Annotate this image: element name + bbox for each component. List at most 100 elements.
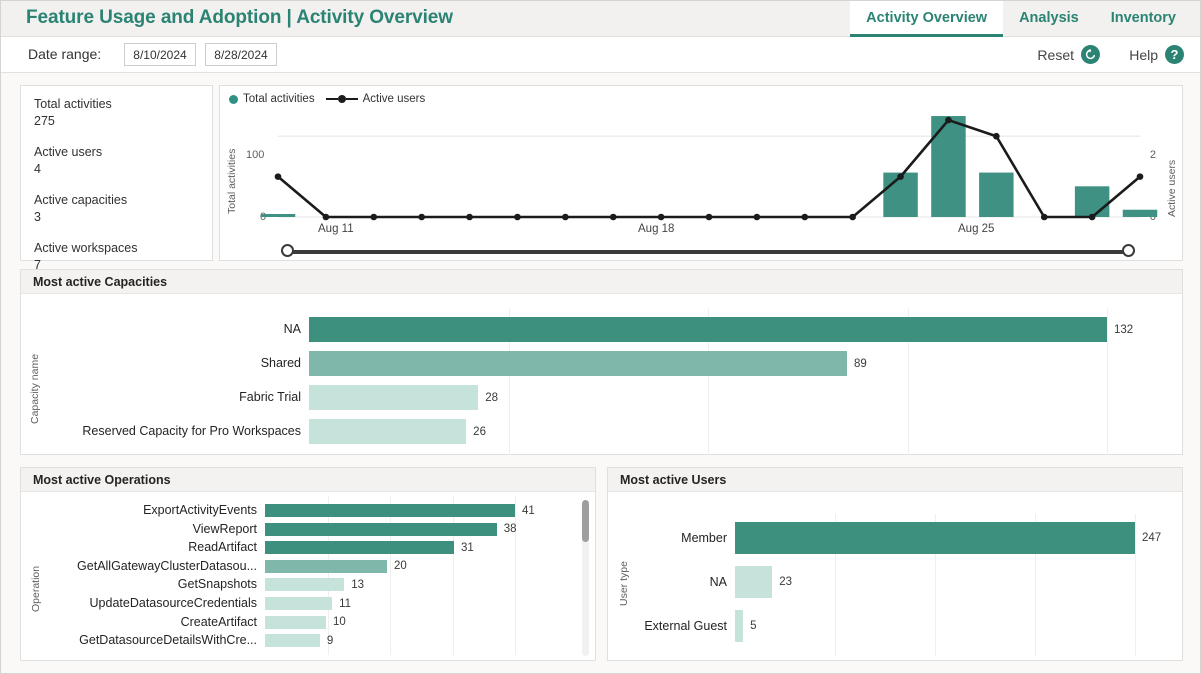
combo-line-point	[275, 173, 282, 180]
combo-line-point	[323, 214, 330, 221]
hbar[interactable]	[309, 419, 466, 444]
gridline	[390, 496, 391, 655]
combo-line-point	[1041, 214, 1048, 221]
kpi-value: 3	[34, 209, 212, 226]
hbar[interactable]	[265, 634, 320, 647]
operations-y-axis-title: Operation	[30, 537, 42, 612]
kpi-value: 4	[34, 161, 212, 178]
hbar[interactable]	[309, 317, 1107, 342]
kpi-item-active-users: Active users 4	[34, 144, 212, 178]
hbar[interactable]	[309, 351, 847, 376]
combo-line-point	[849, 214, 856, 221]
hbar[interactable]	[265, 560, 387, 573]
combo-line-point	[945, 117, 952, 124]
dashboard-root: Feature Usage and Adoption | Activity Ov…	[0, 0, 1201, 674]
gridline	[328, 496, 329, 655]
activity-trend-chart-card: Total activities Active users Total acti…	[219, 85, 1183, 261]
reset-button[interactable]: Reset	[1037, 45, 1100, 64]
app-header: Feature Usage and Adoption | Activity Ov…	[1, 1, 1200, 37]
kpi-item-active-capacities: Active capacities 3	[34, 192, 212, 226]
combo-line-point	[706, 214, 713, 221]
hbar[interactable]	[735, 566, 772, 598]
hbar-value-label: 9	[327, 634, 333, 648]
users-panel-title: Most active Users	[608, 468, 1182, 492]
users-chart-body: User type Member247NA23External Guest5	[608, 492, 1182, 660]
tab-activity-overview[interactable]: Activity Overview	[850, 1, 1003, 37]
hbar[interactable]	[735, 610, 743, 642]
help-label: Help	[1129, 47, 1158, 63]
hbar-category-label: CreateArtifact	[49, 615, 257, 630]
tab-inventory[interactable]: Inventory	[1095, 1, 1192, 37]
gridline	[453, 496, 454, 655]
hbar-category-label: Fabric Trial	[51, 390, 301, 405]
users-y-axis-title: User type	[618, 544, 630, 606]
question-circle-icon: ?	[1165, 45, 1184, 64]
hbar-value-label: 13	[351, 578, 364, 592]
combo-line-point	[466, 214, 473, 221]
combo-line-point	[562, 214, 569, 221]
combo-line-point	[993, 133, 1000, 140]
combo-line-point	[897, 173, 904, 180]
operations-panel-title: Most active Operations	[21, 468, 595, 492]
hbar-category-label: GetAllGatewayClusterDatasou...	[49, 559, 257, 574]
date-range-label: Date range:	[28, 46, 101, 62]
gridline	[1107, 309, 1108, 455]
kpi-item-total-activities: Total activities 275	[34, 96, 212, 130]
hbar[interactable]	[265, 523, 497, 536]
hbar-category-label: Shared	[51, 356, 301, 371]
hbar[interactable]	[735, 522, 1135, 554]
hbar-value-label: 20	[394, 559, 407, 573]
combo-bar	[1075, 186, 1109, 217]
capacities-y-axis-title: Capacity name	[29, 329, 41, 424]
hbar-category-label: NA	[51, 322, 301, 337]
combo-line-point	[1089, 214, 1096, 221]
combo-bar	[261, 214, 295, 217]
hbar[interactable]	[265, 541, 454, 554]
most-active-users-card: Most active Users User type Member247NA2…	[607, 467, 1183, 661]
hbar-category-label: GetSnapshots	[49, 577, 257, 592]
kpi-list: Total activities 275 Active users 4 Acti…	[21, 86, 212, 274]
hbar-value-label: 41	[522, 504, 535, 518]
hbar[interactable]	[309, 385, 478, 410]
operations-scrollbar-thumb[interactable]	[582, 500, 589, 542]
hbar[interactable]	[265, 597, 332, 610]
hbar-category-label: ViewReport	[49, 522, 257, 537]
hbar-value-label: 132	[1114, 323, 1133, 337]
date-slider-knob-right[interactable]	[1122, 244, 1135, 257]
filter-toolbar: Date range: 8/10/2024 8/28/2024 Reset He…	[1, 37, 1200, 73]
date-slider-track[interactable]	[290, 250, 1130, 254]
nav-tabs: Activity Overview Analysis Inventory	[850, 1, 1192, 37]
hbar-category-label: Member	[638, 531, 727, 546]
date-slider-knob-left[interactable]	[281, 244, 294, 257]
hbar-value-label: 89	[854, 357, 867, 371]
date-start-input[interactable]: 8/10/2024	[124, 43, 196, 66]
hbar[interactable]	[265, 504, 515, 517]
hbar-value-label: 11	[339, 597, 351, 611]
help-button[interactable]: Help ?	[1129, 45, 1184, 64]
hbar-value-label: 38	[504, 522, 517, 536]
page-title: Feature Usage and Adoption | Activity Ov…	[26, 7, 453, 29]
date-end-input[interactable]: 8/28/2024	[205, 43, 277, 66]
hbar-value-label: 23	[779, 575, 792, 589]
hbar-category-label: UpdateDatasourceCredentials	[49, 596, 257, 611]
combo-line-point	[658, 214, 665, 221]
tab-analysis[interactable]: Analysis	[1003, 1, 1095, 37]
combo-xtick-aug25: Aug 25	[958, 223, 994, 235]
hbar[interactable]	[265, 616, 326, 629]
kpi-title: Active users	[34, 144, 212, 161]
hbar-category-label: External Guest	[638, 619, 727, 634]
combo-xtick-aug11: Aug 11	[318, 223, 354, 235]
combo-bar	[931, 116, 965, 217]
combo-line-point	[801, 214, 808, 221]
kpi-title: Active capacities	[34, 192, 212, 209]
combo-bar	[1123, 210, 1157, 217]
combo-chart-plot	[220, 86, 1184, 262]
hbar-value-label: 10	[333, 615, 346, 629]
hbar-category-label: GetDatasourceDetailsWithCre...	[49, 633, 257, 648]
gridline	[515, 496, 516, 655]
combo-line-point	[1137, 173, 1144, 180]
combo-xtick-aug18: Aug 18	[638, 223, 674, 235]
hbar[interactable]	[265, 578, 344, 591]
combo-line-point	[754, 214, 761, 221]
combo-line-point	[370, 214, 377, 221]
